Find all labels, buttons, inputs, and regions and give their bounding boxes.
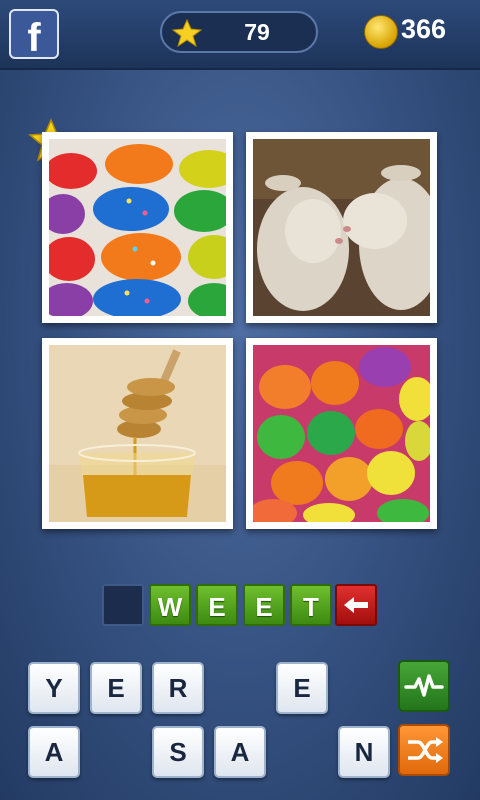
letter-key[interactable]: Y: [28, 662, 80, 714]
picture-candy[interactable]: [246, 338, 437, 529]
arrow-left-icon: [344, 597, 368, 613]
shuffle-button[interactable]: [398, 724, 450, 776]
score-value: 79: [244, 19, 270, 45]
letter-key[interactable]: A: [214, 726, 266, 778]
letter-key[interactable]: R: [152, 662, 204, 714]
letter-key[interactable]: S: [152, 726, 204, 778]
letter-key[interactable]: A: [28, 726, 80, 778]
answer-slot-3[interactable]: E: [196, 584, 238, 626]
pulse-icon: [404, 674, 444, 697]
facebook-icon: f: [27, 16, 41, 60]
candy-image: [253, 345, 430, 522]
letter-key[interactable]: E: [90, 662, 142, 714]
backspace-button[interactable]: [335, 584, 377, 626]
cupcakes-image: [49, 139, 226, 316]
picture-honey[interactable]: [42, 338, 233, 529]
star-icon: [172, 19, 202, 47]
coin-count: 366: [401, 14, 447, 44]
hint-button[interactable]: [398, 660, 450, 712]
top-bar: f 79 366: [0, 0, 480, 70]
honey-image: [49, 345, 226, 522]
shuffle-icon: [408, 737, 443, 763]
answer-slot-5[interactable]: T: [290, 584, 332, 626]
facebook-button[interactable]: f: [9, 9, 59, 60]
letter-key[interactable]: N: [338, 726, 390, 778]
letter-key[interactable]: E: [276, 662, 328, 714]
coin-icon: [364, 15, 398, 49]
lambs-image: [253, 139, 430, 316]
answer-slot-2[interactable]: W: [149, 584, 191, 626]
score-display: 79: [160, 11, 318, 53]
answer-slot-1[interactable]: [102, 584, 144, 626]
picture-cupcakes[interactable]: [42, 132, 233, 323]
picture-lambs[interactable]: [246, 132, 437, 323]
answer-slot-4[interactable]: E: [243, 584, 285, 626]
